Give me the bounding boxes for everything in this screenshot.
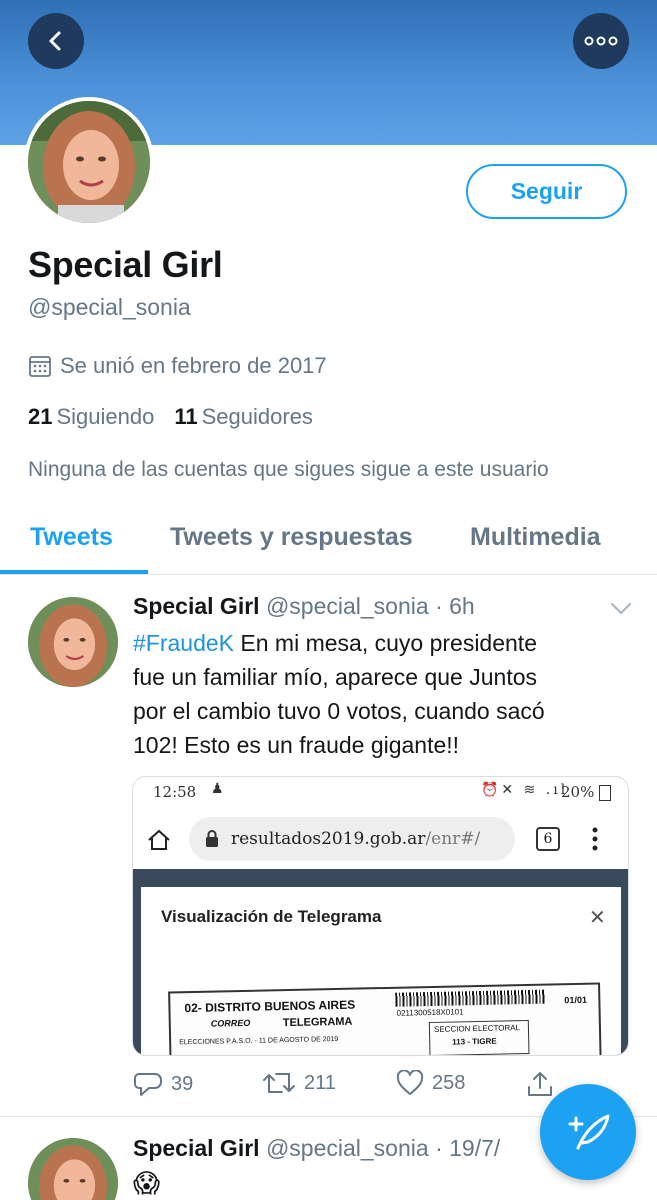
tweet-header: Special Girl @special_sonia · 19/7/ bbox=[133, 1135, 500, 1162]
tweet-avatar[interactable] bbox=[28, 597, 118, 687]
tweet-header: Special Girl @special_sonia · 6h bbox=[133, 593, 475, 620]
followers-label: Seguidores bbox=[201, 404, 313, 429]
doc-page: 01/01 bbox=[564, 994, 588, 1006]
back-icon bbox=[49, 31, 61, 51]
profile-avatar[interactable] bbox=[24, 97, 154, 227]
profile-name: Special Girl bbox=[28, 244, 223, 285]
tab-count: 6 bbox=[536, 827, 560, 851]
followers-count: 11 bbox=[174, 404, 198, 429]
tweet-text-line: fue un familiar mío, aparece que Juntos bbox=[133, 664, 538, 690]
home-icon bbox=[148, 829, 170, 850]
tweet-media-image[interactable]: 12:58 ♟ ⏰✕ ≋ .ıl 20% resultados2019.gob.… bbox=[132, 776, 629, 1056]
media-url-domain: resultados2019.gob.ar bbox=[231, 829, 426, 849]
more-button[interactable] bbox=[573, 13, 629, 69]
like-icon bbox=[396, 1070, 424, 1095]
tweet-author-name[interactable]: Special Girl bbox=[133, 593, 260, 619]
tab-media[interactable]: Multimedia bbox=[470, 523, 601, 552]
chevron-down-icon[interactable] bbox=[610, 600, 632, 616]
tab-tweets[interactable]: Tweets bbox=[30, 523, 113, 552]
lock-icon bbox=[206, 830, 218, 847]
tweet-text-line: 102! Esto es un fraude gigante!! bbox=[133, 732, 460, 758]
following-stat[interactable]: 21 Siguiendo bbox=[28, 404, 154, 430]
doc-district: 02- DISTRITO BUENOS AIRES bbox=[184, 997, 356, 1016]
joined-date: Se unió en febrero de 2017 bbox=[28, 353, 327, 379]
doc-section: SECCION ELECTORAL bbox=[433, 1023, 521, 1034]
tab-tweets-replies[interactable]: Tweets y respuestas bbox=[170, 523, 413, 552]
profile-handle: @special_sonia bbox=[28, 294, 191, 320]
share-icon bbox=[528, 1072, 552, 1096]
media-url-path: /enr#/ bbox=[425, 829, 481, 849]
tweet-author-name[interactable]: Special Girl bbox=[133, 1135, 260, 1161]
retweet-icon bbox=[263, 1073, 295, 1093]
reply-button[interactable]: 39 bbox=[133, 1070, 193, 1098]
tweet-avatar[interactable] bbox=[28, 1138, 118, 1200]
doc-brand: CORREO bbox=[210, 1017, 251, 1029]
tweet-text-line: En mi mesa, cuyo presidente bbox=[234, 630, 537, 656]
profile-stats: 21 Siguiendo 11 Seguidores bbox=[28, 404, 313, 430]
reply-icon bbox=[134, 1073, 162, 1096]
like-button[interactable]: 258 bbox=[396, 1070, 465, 1096]
tweet-text-line: por el cambio tuvo 0 votos, cuando sacó bbox=[133, 698, 545, 724]
like-count: 258 bbox=[432, 1071, 466, 1094]
retweet-count: 211 bbox=[304, 1071, 336, 1094]
media-modal: Visualización de Telegrama ✕ 02- DISTRIT… bbox=[141, 887, 621, 1055]
media-status-bar: 12:58 ♟ ⏰✕ ≋ .ıl 20% bbox=[133, 777, 628, 807]
profile-tabs: Tweets Tweets y respuestas Multimedia bbox=[0, 515, 657, 575]
tweet-text: #FraudeK En mi mesa, cuyo presidente fue… bbox=[133, 626, 633, 762]
menu-dots-icon bbox=[592, 827, 598, 851]
compose-icon bbox=[568, 1114, 610, 1150]
doc-type: TELEGRAMA bbox=[282, 1015, 353, 1030]
barcode bbox=[395, 989, 546, 1007]
follow-button[interactable]: Seguir bbox=[466, 164, 627, 219]
tweet-author-handle: @special_sonia bbox=[265, 1135, 429, 1161]
calendar-icon bbox=[29, 356, 51, 377]
more-icon bbox=[584, 36, 618, 46]
media-url-bar: resultados2019.gob.ar/enr#/ 6 bbox=[133, 807, 628, 869]
doc-code: 0211300518X0101 bbox=[396, 1007, 464, 1018]
share-button[interactable] bbox=[526, 1070, 554, 1098]
following-count: 21 bbox=[28, 404, 53, 429]
battery-icon bbox=[599, 785, 611, 801]
following-label: Siguiendo bbox=[56, 404, 155, 429]
media-modal-title: Visualización de Telegrama bbox=[161, 907, 382, 926]
hashtag-link[interactable]: #FraudeK bbox=[133, 630, 234, 656]
mutual-follow-note: Ninguna de las cuentas que sigues sigue … bbox=[28, 458, 549, 481]
telegram-document: 02- DISTRITO BUENOS AIRES 0211300518X010… bbox=[168, 982, 602, 1055]
media-battery: 20% bbox=[561, 783, 595, 801]
media-status-time: 12:58 bbox=[153, 783, 197, 801]
close-icon: ✕ bbox=[589, 907, 606, 929]
tweet-author-handle: @special_sonia bbox=[265, 593, 429, 619]
reply-count: 39 bbox=[171, 1072, 194, 1095]
status-notification-icon: ♟ bbox=[211, 781, 224, 797]
compose-tweet-button[interactable] bbox=[540, 1084, 636, 1180]
followers-stat[interactable]: 11 Seguidores bbox=[174, 404, 313, 430]
joined-text: Se unió en febrero de 2017 bbox=[60, 353, 327, 378]
back-button[interactable] bbox=[28, 13, 84, 69]
doc-election: ELECCIONES P.A.S.O. - 11 DE AGOSTO DE 20… bbox=[179, 1035, 339, 1047]
status-icons: ⏰✕ ≋ .ıl bbox=[481, 782, 569, 798]
doc-place: 113 - TIGRE bbox=[452, 1036, 497, 1047]
media-url-field: resultados2019.gob.ar/enr#/ bbox=[189, 817, 515, 861]
tweet-time: · 19/7/ bbox=[435, 1135, 501, 1161]
doc-section-box: SECCION ELECTORAL 113 - TIGRE bbox=[428, 1019, 530, 1055]
active-tab-indicator bbox=[0, 570, 148, 574]
tweet-time: · 6h bbox=[435, 593, 475, 619]
tweet-text: 😱 bbox=[133, 1168, 161, 1198]
retweet-button[interactable]: 211 bbox=[262, 1070, 336, 1096]
